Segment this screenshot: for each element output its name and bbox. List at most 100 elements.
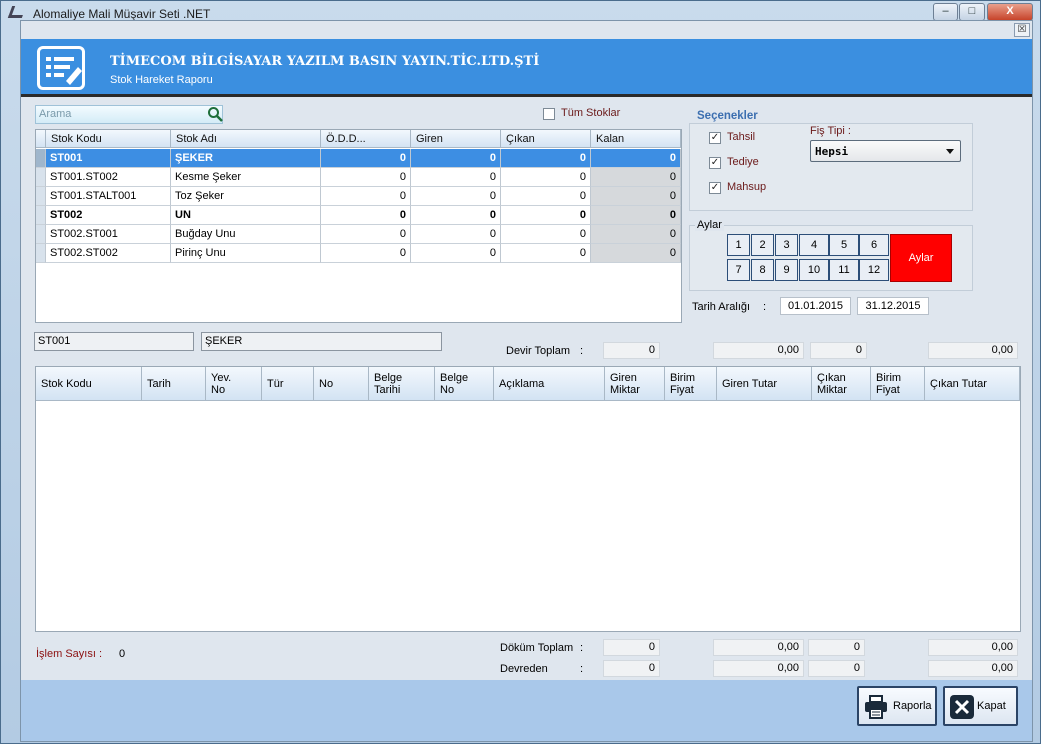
col-birim-fiyat-1[interactable]: Birim Fiyat [665,367,717,401]
fis-tipi-label: Fiş Tipi : [810,125,851,137]
close-button[interactable]: Kapat [943,686,1018,726]
cell-code: ST002.ST001 [46,225,171,244]
month-button-9[interactable]: 9 [775,259,798,281]
minimize-button[interactable]: – [933,3,958,21]
month-button-4[interactable]: 4 [799,234,829,256]
islem-sayisi-label: İşlem Sayısı : [36,648,103,660]
movement-grid: Stok Kodu Tarih Yev. No Tür No Belge Tar… [35,366,1021,632]
start-date-input[interactable]: 01.01.2015 [780,297,851,315]
stock-report-dialog: ☒ TİMECOM BİLGİSAYAR YAZILM BASIN YAYIN.… [20,20,1033,742]
col-no[interactable]: No [314,367,369,401]
month-button-11[interactable]: 11 [829,259,859,281]
col-aciklama[interactable]: Açıklama [494,367,605,401]
month-button-10[interactable]: 10 [799,259,829,281]
cell-giren: 0 [411,149,501,168]
devir-giren-miktar: 0 [603,342,660,359]
col-belge-no[interactable]: Belge No [435,367,494,401]
col-kalan[interactable]: Kalan [591,130,681,148]
cell-code: ST001 [46,149,171,168]
table-row[interactable]: ST001.ST002 Kesme Şeker 0 0 0 0 [36,168,681,187]
company-name: TİMECOM BİLGİSAYAR YAZILM BASIN YAYIN.Tİ… [110,54,540,69]
close-icon [950,695,974,722]
col-yev-no[interactable]: Yev. No [206,367,262,401]
footer-bar: Raporla Kapat [21,680,1032,741]
table-row[interactable]: ST001 ŞEKER 0 0 0 0 [36,149,681,168]
search-icon[interactable] [207,106,223,122]
cell-giren: 0 [411,168,501,187]
row-marker [36,206,46,225]
tahsil-checkbox[interactable]: ✓ [709,132,721,144]
row-marker [36,244,46,263]
devreden-giren-tutar: 0,00 [713,660,804,677]
search-input[interactable]: Arama [35,105,223,124]
month-button-1[interactable]: 1 [727,234,750,256]
col-tur[interactable]: Tür [262,367,314,401]
month-button-2[interactable]: 2 [751,234,774,256]
col-cikan[interactable]: Çıkan [501,130,591,148]
dokum-cikan-miktar: 0 [808,639,865,656]
cell-odd: 0 [321,168,411,187]
month-button-12[interactable]: 12 [859,259,889,281]
month-button-6[interactable]: 6 [859,234,889,256]
fis-tipi-value: Hepsi [815,145,849,158]
report-icon [37,46,85,90]
table-row[interactable]: ST002 UN 0 0 0 0 [36,206,681,225]
month-button-3[interactable]: 3 [775,234,798,256]
tediye-label: Tediye [727,156,759,168]
col-stok-adi[interactable]: Stok Adı [171,130,321,148]
cell-name: ŞEKER [171,149,321,168]
app-icon [7,6,27,18]
col-stok-kodu[interactable]: Stok Kodu [46,130,171,148]
col-odd[interactable]: Ö.D.D... [321,130,411,148]
month-button-5[interactable]: 5 [829,234,859,256]
table-row[interactable]: ST001.STALT001 Toz Şeker 0 0 0 0 [36,187,681,206]
dokum-toplam-label: Döküm Toplam [500,642,574,654]
all-stocks-checkbox[interactable] [543,108,555,120]
cell-code: ST001.ST002 [46,168,171,187]
cell-giren: 0 [411,244,501,263]
month-button-8[interactable]: 8 [751,259,774,281]
cell-giren: 0 [411,206,501,225]
months-title: Aylar [695,219,724,231]
table-row[interactable]: ST002.ST001 Buğday Unu 0 0 0 0 [36,225,681,244]
report-button[interactable]: Raporla [857,686,937,726]
cell-code: ST002 [46,206,171,225]
header-banner: TİMECOM BİLGİSAYAR YAZILM BASIN YAYIN.Tİ… [21,39,1032,97]
fis-tipi-select[interactable]: Hepsi [810,140,961,162]
tediye-checkbox[interactable]: ✓ [709,157,721,169]
all-months-button[interactable]: Aylar [890,234,952,282]
table-row[interactable]: ST002.ST002 Pirinç Unu 0 0 0 0 [36,244,681,263]
row-marker [36,168,46,187]
row-marker [36,225,46,244]
mahsup-checkbox[interactable]: ✓ [709,182,721,194]
cell-odd: 0 [321,149,411,168]
report-subtitle: Stok Hareket Raporu [110,74,213,86]
close-button-label: Kapat [977,700,1006,712]
maximize-button[interactable]: □ [959,3,985,21]
dokum-cikan-tutar: 0,00 [928,639,1018,656]
col-stok-kodu[interactable]: Stok Kodu [36,367,142,401]
row-marker [36,149,46,168]
col-giren[interactable]: Giren [411,130,501,148]
end-date-input[interactable]: 31.12.2015 [857,297,929,315]
dokum-giren-miktar: 0 [603,639,660,656]
cell-name: Buğday Unu [171,225,321,244]
col-tarih[interactable]: Tarih [142,367,206,401]
cell-odd: 0 [321,225,411,244]
window-close-button[interactable]: X [987,3,1033,21]
col-cikan-miktar[interactable]: Çıkan Miktar [812,367,871,401]
col-belge-tarihi[interactable]: Belge Tarihi [369,367,435,401]
options-title: Seçenekler [695,110,760,122]
cell-cikan: 0 [501,149,591,168]
row-selector-header [36,130,46,148]
cell-odd: 0 [321,244,411,263]
cell-kalan: 0 [591,244,681,263]
date-range-colon: : [763,301,767,313]
month-button-7[interactable]: 7 [727,259,750,281]
cell-kalan: 0 [591,206,681,225]
col-giren-miktar[interactable]: Giren Miktar [605,367,665,401]
col-birim-fiyat-2[interactable]: Birim Fiyat [871,367,925,401]
col-cikan-tutar[interactable]: Çıkan Tutar [925,367,1020,401]
dialog-close-button[interactable]: ☒ [1014,23,1030,37]
col-giren-tutar[interactable]: Giren Tutar [717,367,812,401]
